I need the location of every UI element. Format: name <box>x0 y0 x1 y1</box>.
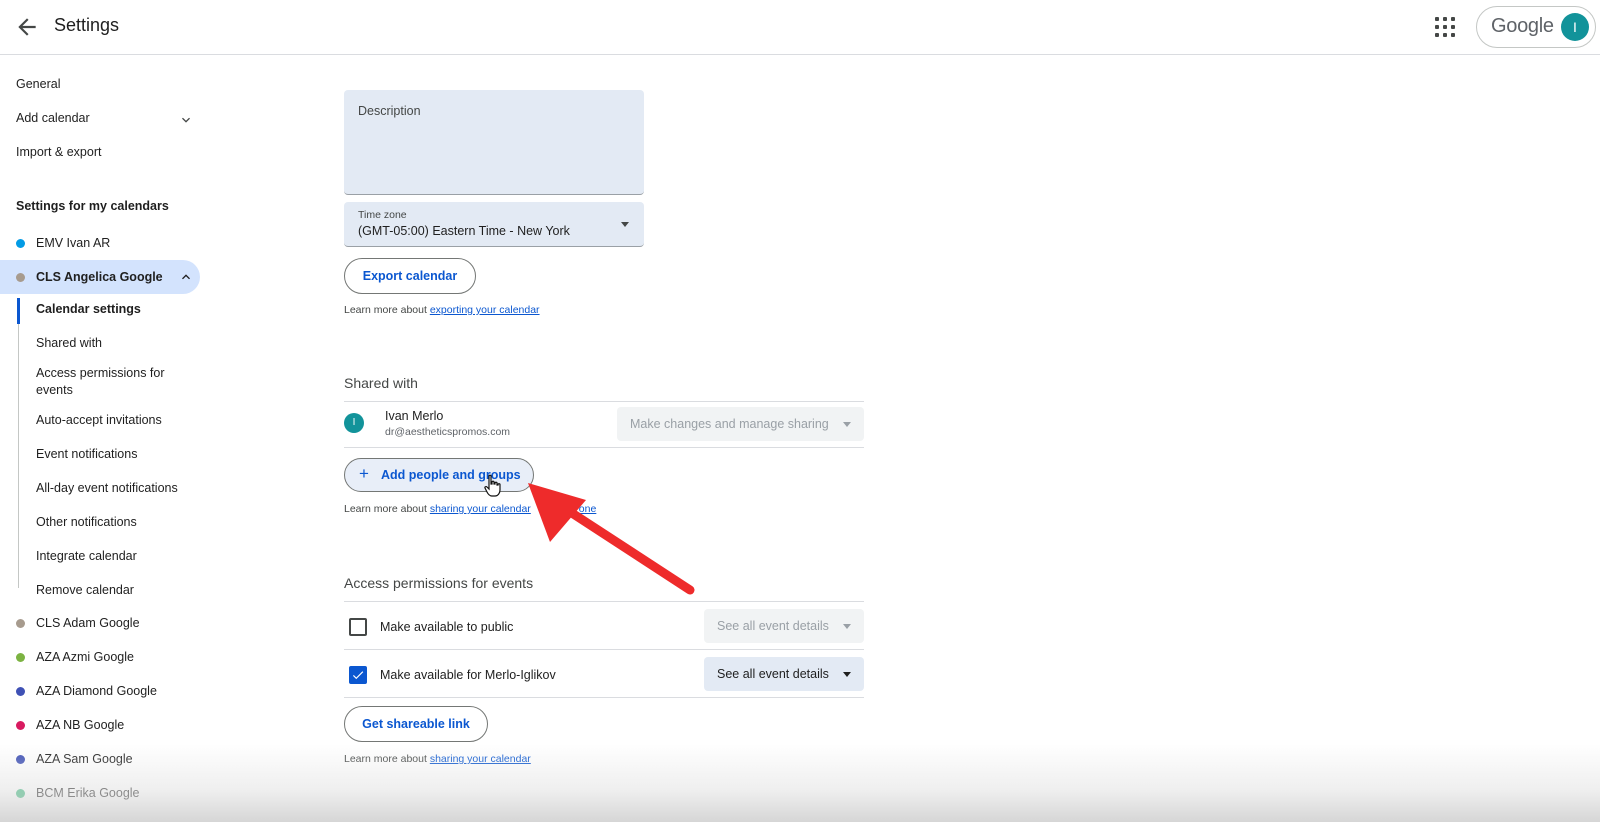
public-label: Make available to public <box>380 620 514 634</box>
section-title: Settings for my calendars <box>16 199 169 213</box>
public-select-value: See all event details <box>717 619 829 633</box>
learn-more-prefix: Learn more about <box>344 753 430 765</box>
description-label: Description <box>358 104 421 118</box>
sharing-calendar-link[interactable]: sharing your calendar <box>430 753 531 765</box>
learn-more-prefix: Learn more about <box>344 503 430 515</box>
permission-value: Make changes and manage sharing <box>630 417 829 431</box>
chevron-up-icon[interactable] <box>178 269 194 285</box>
calendar-color-dot <box>16 619 25 628</box>
sidebar-sub-remove-calendar[interactable]: Remove calendar <box>36 582 186 599</box>
calendar-color-dot <box>16 789 25 798</box>
sidebar-item-add-calendar[interactable]: Add calendar <box>16 111 90 125</box>
divider <box>344 601 864 602</box>
bottom-shadow <box>0 744 1600 822</box>
sidebar-sub-calendar-settings[interactable]: Calendar settings <box>36 301 186 318</box>
sidebar-sub-event-notifications[interactable]: Event notifications <box>36 446 186 463</box>
sidebar-sub-integrate-calendar[interactable]: Integrate calendar <box>36 548 186 565</box>
calendar-label: AZA Diamond Google <box>36 684 157 698</box>
calendar-color-dot <box>16 273 25 282</box>
timezone-select[interactable]: Time zone (GMT-05:00) Eastern Time - New… <box>344 202 644 247</box>
chevron-down-icon[interactable] <box>178 112 194 128</box>
submenu-rail <box>18 298 19 588</box>
calendar-label: BCM Erika Google <box>36 786 140 800</box>
calendar-item[interactable]: CLS Adam Google <box>0 606 200 640</box>
learn-more-prefix: Learn more about <box>344 304 430 316</box>
permission-select: Make changes and manage sharing <box>617 407 864 441</box>
calendar-label: AZA NB Google <box>36 718 125 732</box>
sidebar-sub-auto-accept[interactable]: Auto-accept invitations <box>36 412 186 429</box>
calendar-label: AZA Sam Google <box>36 752 133 766</box>
description-field[interactable]: Description <box>344 90 644 195</box>
calendar-label: CLS Adam Google <box>36 616 140 630</box>
shareable-learn-more: Learn more about sharing your calendar <box>344 753 531 765</box>
access-permissions-heading: Access permissions for events <box>344 575 534 591</box>
apps-grid-icon[interactable] <box>1434 16 1456 38</box>
org-checkbox[interactable] <box>349 666 367 684</box>
org-select-value: See all event details <box>717 667 829 681</box>
check-icon <box>352 671 364 680</box>
calendar-item[interactable]: AZA NB Google <box>0 708 200 742</box>
back-button[interactable] <box>14 14 40 40</box>
shared-with-heading: Shared with <box>344 375 418 391</box>
calendar-item[interactable]: AZA Sam Google <box>0 742 200 776</box>
calendar-item[interactable]: AZA Azmi Google <box>0 640 200 674</box>
calendar-label: EMV Ivan AR <box>36 236 111 250</box>
dropdown-caret-icon <box>843 422 851 427</box>
divider <box>344 649 864 650</box>
sidebar-item-general[interactable]: General <box>16 77 60 91</box>
calendar-item-active[interactable]: CLS Angelica Google <box>0 260 200 294</box>
calendar-color-dot <box>16 755 25 764</box>
public-details-select: See all event details <box>704 609 864 643</box>
avatar: I <box>344 413 364 433</box>
sidebar-sub-all-day-notifications[interactable]: All-day event notifications <box>36 480 186 497</box>
divider <box>344 697 864 698</box>
settings-sidebar: General Add calendar Import & export Set… <box>0 54 220 822</box>
sidebar-sub-other-notifications[interactable]: Other notifications <box>36 514 186 531</box>
divider <box>344 401 864 402</box>
account-switcher[interactable]: Google I <box>1476 6 1596 48</box>
calendar-color-dot <box>16 239 25 248</box>
dropdown-caret-icon <box>843 672 851 677</box>
dropdown-caret-icon <box>621 222 629 227</box>
dropdown-caret-icon <box>843 624 851 629</box>
timezone-label: Time zone <box>358 209 407 221</box>
shared-person-name: Ivan Merlo <box>385 409 444 423</box>
sidebar-item-import-export[interactable]: Import & export <box>16 145 101 159</box>
calendar-label: AZA Azmi Google <box>36 650 134 664</box>
calendar-color-dot <box>16 721 25 730</box>
page-title: Settings <box>54 15 120 35</box>
calendar-item[interactable]: EMV Ivan AR <box>0 226 200 260</box>
sidebar-sub-shared-with[interactable]: Shared with <box>36 335 186 352</box>
divider <box>344 447 864 448</box>
export-calendar-button[interactable]: Export calendar <box>344 258 476 294</box>
sidebar-sub-access-permissions[interactable]: Access permissions for events <box>36 365 186 399</box>
calendar-item[interactable]: AZA Diamond Google <box>0 674 200 708</box>
public-checkbox[interactable] <box>349 618 367 636</box>
arrow-back-icon <box>18 18 36 36</box>
google-logo: Google <box>1491 15 1554 37</box>
calendar-color-dot <box>16 687 25 696</box>
exporting-calendar-link[interactable]: exporting your calendar <box>430 304 540 316</box>
export-learn-more: Learn more about exporting your calendar <box>344 304 540 316</box>
shared-person-email: dr@aestheticspromos.com <box>385 426 511 438</box>
plus-icon: + <box>359 464 369 483</box>
calendar-label: CLS Angelica Google <box>36 270 163 284</box>
org-details-select[interactable]: See all event details <box>704 657 864 691</box>
avatar: I <box>1561 13 1589 41</box>
org-label: Make available for Merlo-Iglikov <box>380 668 556 682</box>
calendar-item[interactable]: BCM Erika Google <box>0 776 200 810</box>
top-bar: Settings Google I <box>0 0 1600 55</box>
calendar-color-dot <box>16 653 25 662</box>
get-shareable-link-button[interactable]: Get shareable link <box>344 706 488 742</box>
timezone-value: (GMT-05:00) Eastern Time - New York <box>358 224 570 238</box>
submenu-active-indicator <box>17 298 20 324</box>
